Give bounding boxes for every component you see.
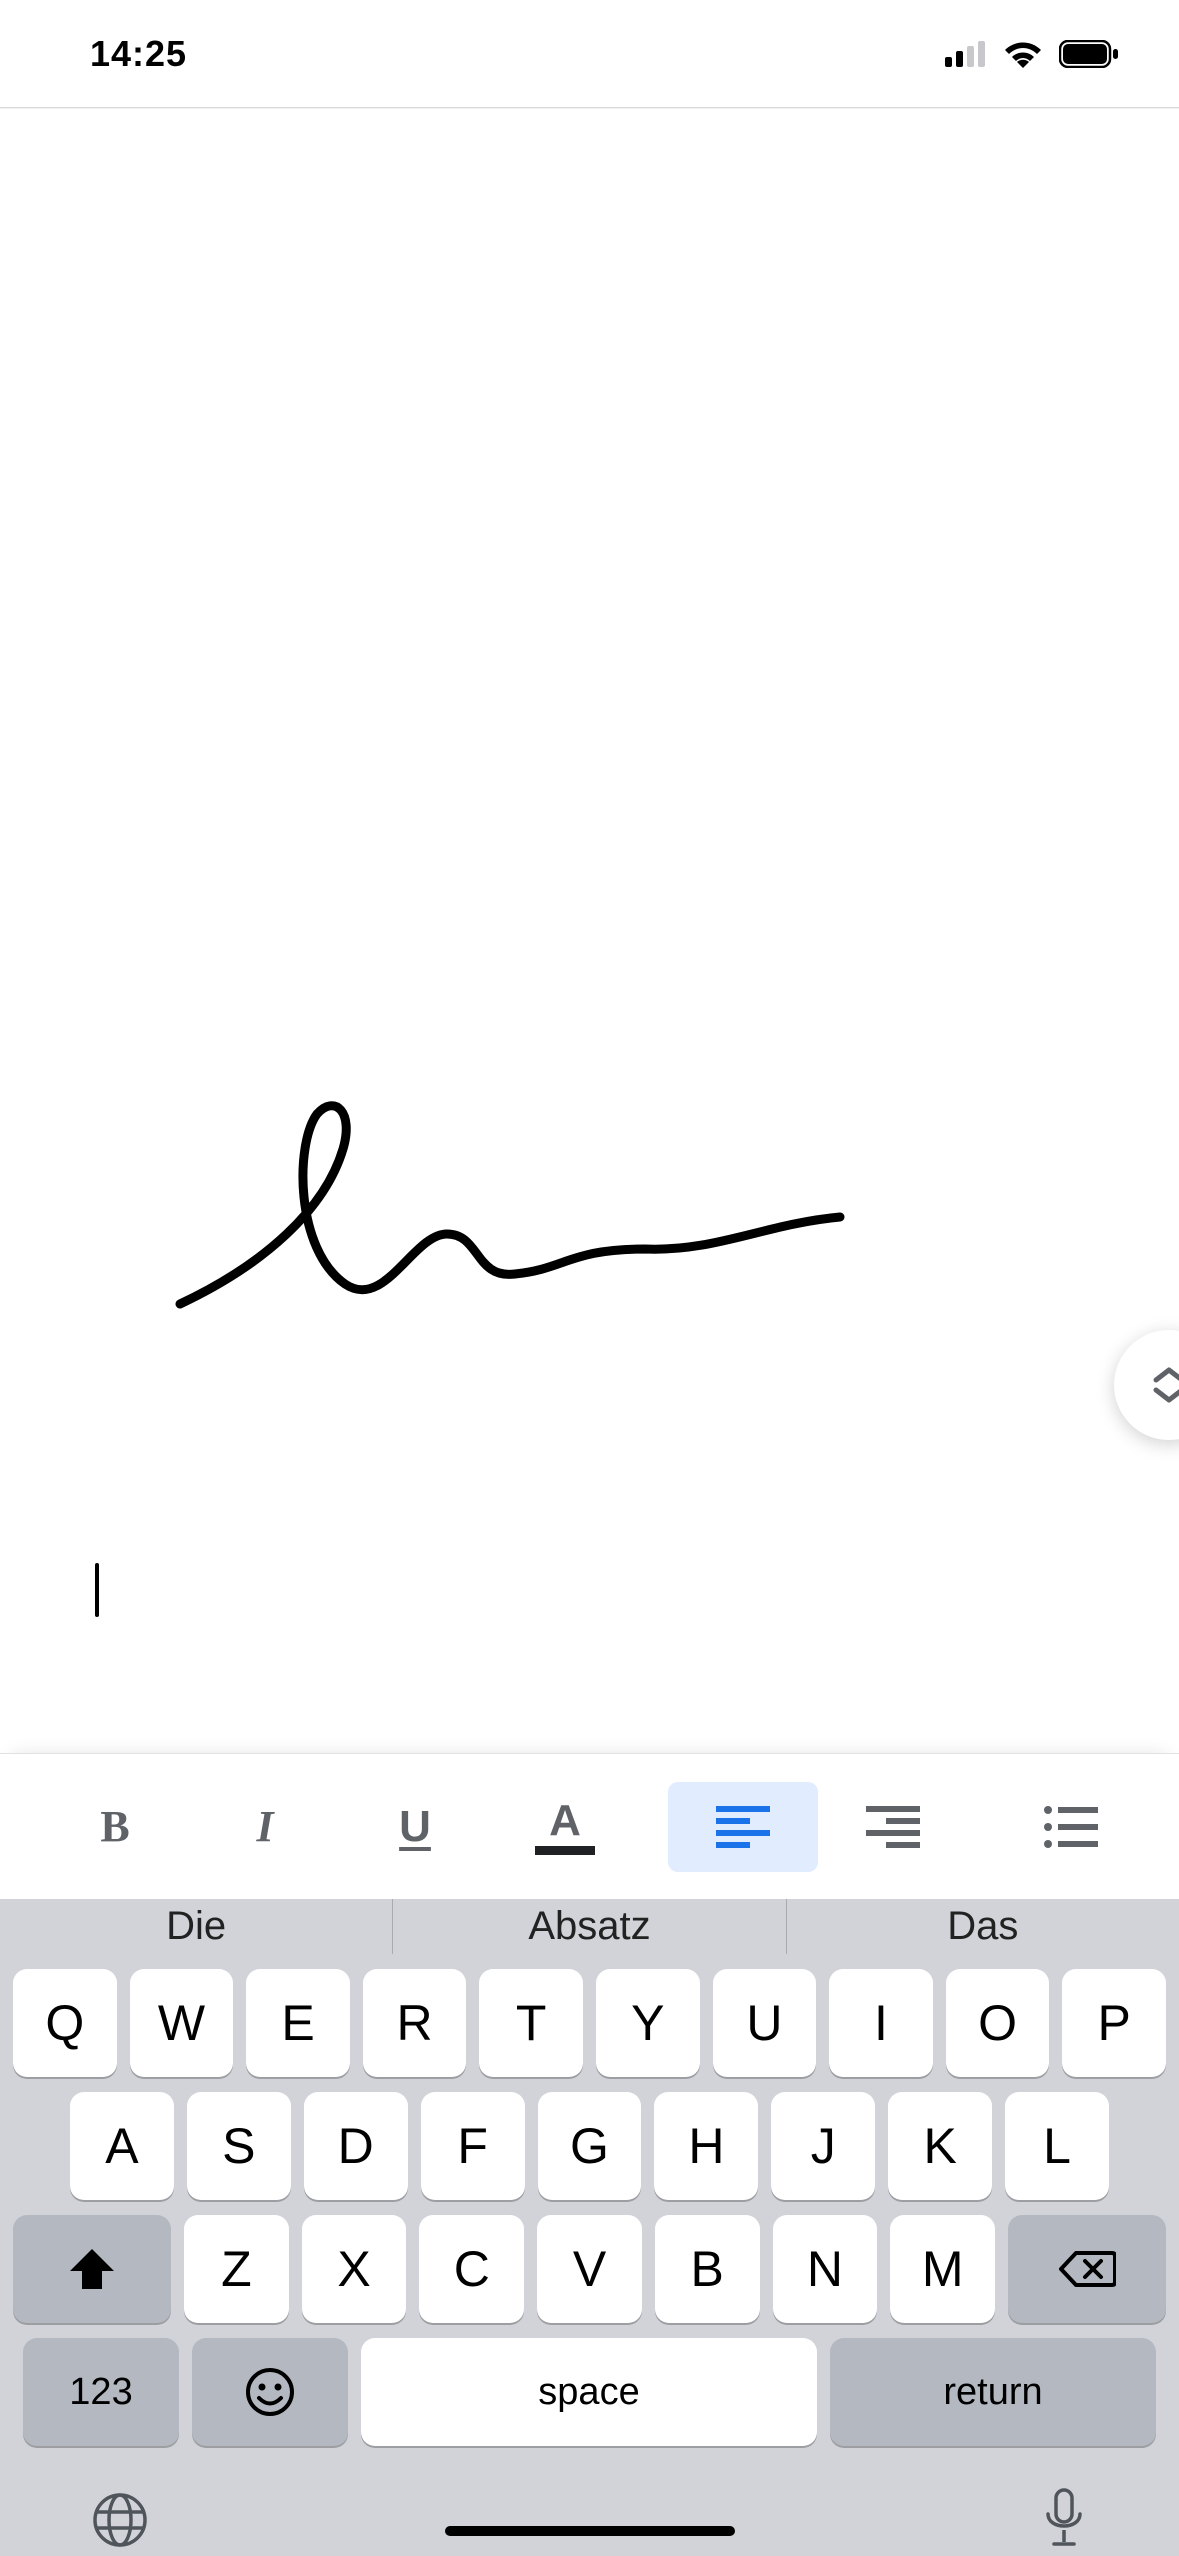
key-q[interactable]: Q xyxy=(13,1969,117,2077)
text-cursor xyxy=(95,1563,99,1617)
align-left-button[interactable] xyxy=(668,1782,818,1872)
underline-label: U xyxy=(399,1802,431,1852)
signature-drawing xyxy=(175,1089,855,1329)
key-shift[interactable] xyxy=(13,2215,171,2323)
key-j[interactable]: J xyxy=(771,2092,875,2200)
key-n[interactable]: N xyxy=(773,2215,878,2323)
align-right-button[interactable] xyxy=(818,1782,968,1872)
chevron-up-icon xyxy=(1152,1366,1179,1384)
key-c[interactable]: C xyxy=(419,2215,524,2323)
key-t[interactable]: T xyxy=(479,1969,583,2077)
key-h[interactable]: H xyxy=(654,2092,758,2200)
suggestion-1[interactable]: Die xyxy=(0,1904,392,1949)
key-o[interactable]: O xyxy=(946,1969,1050,2077)
key-p[interactable]: P xyxy=(1062,1969,1166,2077)
key-k[interactable]: K xyxy=(888,2092,992,2200)
cellular-icon xyxy=(945,41,987,67)
italic-button[interactable]: I xyxy=(190,1782,340,1872)
key-d[interactable]: D xyxy=(304,2092,408,2200)
chevron-down-icon xyxy=(1152,1386,1179,1404)
key-x[interactable]: X xyxy=(302,2215,407,2323)
key-v[interactable]: V xyxy=(537,2215,642,2323)
key-a[interactable]: A xyxy=(70,2092,174,2200)
key-space[interactable]: space xyxy=(361,2338,817,2446)
key-g[interactable]: G xyxy=(538,2092,642,2200)
home-indicator[interactable] xyxy=(445,2526,735,2536)
status-icons xyxy=(945,40,1119,68)
key-s[interactable]: S xyxy=(187,2092,291,2200)
key-numbers[interactable]: 123 xyxy=(23,2338,179,2446)
key-u[interactable]: U xyxy=(713,1969,817,2077)
align-right-icon xyxy=(866,1806,920,1848)
key-z[interactable]: Z xyxy=(184,2215,289,2323)
suggestion-2[interactable]: Absatz xyxy=(393,1904,785,1949)
key-f[interactable]: F xyxy=(421,2092,525,2200)
keyboard-footer xyxy=(0,2456,1179,2556)
key-i[interactable]: I xyxy=(829,1969,933,2077)
text-color-button[interactable]: A xyxy=(490,1782,640,1872)
status-time: 14:25 xyxy=(90,33,187,75)
dictation-button[interactable] xyxy=(1039,2486,1089,2556)
format-toolbar: B I U A xyxy=(0,1753,1179,1899)
shift-icon xyxy=(68,2247,116,2291)
wifi-icon xyxy=(1003,40,1043,68)
bullet-list-icon xyxy=(1044,1806,1098,1848)
suggestion-row: Die Absatz Das xyxy=(0,1899,1179,1954)
key-emoji[interactable] xyxy=(192,2338,348,2446)
key-return[interactable]: return xyxy=(830,2338,1156,2446)
microphone-icon xyxy=(1039,2486,1089,2554)
globe-button[interactable] xyxy=(90,2490,150,2555)
document-area[interactable] xyxy=(0,108,1179,1753)
key-w[interactable]: W xyxy=(130,1969,234,2077)
bold-button[interactable]: B xyxy=(40,1782,190,1872)
text-color-label: A xyxy=(549,1799,581,1843)
text-color-swatch xyxy=(535,1846,595,1855)
keyboard: Die Absatz Das Q W E R T Y U I O P A S D… xyxy=(0,1899,1179,2556)
key-e[interactable]: E xyxy=(246,1969,350,2077)
key-y[interactable]: Y xyxy=(596,1969,700,2077)
bullet-list-button[interactable] xyxy=(996,1782,1146,1872)
key-b[interactable]: B xyxy=(655,2215,760,2323)
battery-icon xyxy=(1059,40,1119,68)
key-m[interactable]: M xyxy=(890,2215,995,2323)
emoji-icon xyxy=(245,2367,295,2417)
align-left-icon xyxy=(716,1806,770,1848)
suggestion-3[interactable]: Das xyxy=(787,1904,1179,1949)
status-bar: 14:25 xyxy=(0,0,1179,108)
key-l[interactable]: L xyxy=(1005,2092,1109,2200)
backspace-icon xyxy=(1058,2249,1116,2289)
key-r[interactable]: R xyxy=(363,1969,467,2077)
key-backspace[interactable] xyxy=(1008,2215,1166,2323)
underline-button[interactable]: U xyxy=(340,1782,490,1872)
globe-icon xyxy=(90,2490,150,2550)
